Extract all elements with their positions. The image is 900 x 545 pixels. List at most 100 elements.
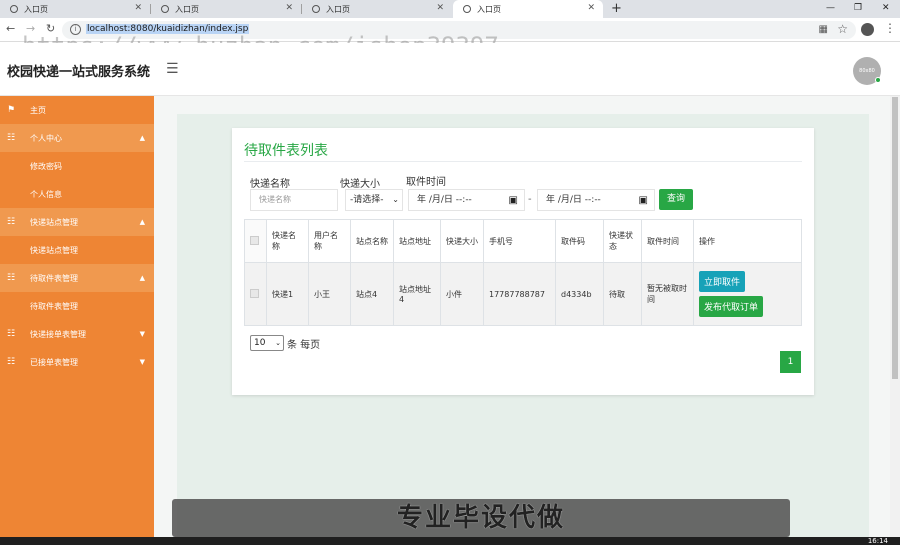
- qr-code-icon[interactable]: ▦: [819, 24, 828, 35]
- more-icon[interactable]: ⋮: [884, 21, 896, 35]
- calendar-icon[interactable]: ▣: [509, 191, 518, 211]
- forward-icon[interactable]: →: [26, 22, 35, 35]
- profile-icon[interactable]: [861, 23, 874, 36]
- sidebar-item-label: 待取件表管理: [30, 301, 78, 311]
- star-icon[interactable]: ☆: [837, 22, 848, 36]
- sidebar-item-accepted-management[interactable]: ☷ 已接单表管理 ▼: [0, 348, 154, 376]
- cell-size: 小件: [440, 262, 484, 326]
- column-header: 取件码: [555, 219, 604, 263]
- column-header: 快递大小: [440, 219, 484, 263]
- column-header: 快递状态: [603, 219, 642, 263]
- window-close-icon[interactable]: ✕: [882, 0, 890, 16]
- flag-icon: ⚑: [7, 105, 16, 115]
- grid-icon: ☷: [7, 217, 16, 227]
- banner-text: 专业毕设代做: [396, 503, 565, 533]
- query-button[interactable]: 查询: [659, 189, 693, 210]
- pickup-table: 快递名称 用户名称 站点名称 站点地址 快递大小 手机号 取件码 快递状态 取件…: [244, 219, 802, 326]
- name-filter-input[interactable]: 快递名称: [250, 189, 338, 211]
- browser-tab-bar: 入口页 ✕ 入口页 ✕ 入口页 ✕ 入口页 ✕ + — ❐ ✕: [0, 0, 900, 18]
- column-header: 手机号: [483, 219, 556, 263]
- sidebar-item-change-password[interactable]: 修改密码: [0, 152, 154, 180]
- sidebar: ⚑ 主页 ☷ 个人中心 ▲ 修改密码 个人信息 ☷ 快递站点管理 ▲ 快递站点管…: [0, 96, 154, 545]
- divider: [244, 161, 802, 162]
- sidebar-item-label: 个人信息: [30, 189, 62, 199]
- cell-code: d4334b: [555, 262, 604, 326]
- hamburger-icon[interactable]: ☰: [166, 61, 179, 77]
- taskbar-clock: 16:14: [867, 537, 888, 545]
- page-button-current[interactable]: 1: [780, 351, 801, 373]
- browser-tab[interactable]: 入口页 ✕: [302, 0, 452, 18]
- pickup-now-button[interactable]: 立即取件: [699, 271, 746, 292]
- chevron-down-icon: ▼: [139, 330, 145, 338]
- url-text[interactable]: localhost:8080/kuaidizhan/index.jsp: [86, 24, 250, 34]
- new-tab-button[interactable]: +: [611, 0, 622, 17]
- close-icon[interactable]: ✕: [587, 3, 595, 13]
- date-from-value: 年 /月/日 --:--: [417, 195, 472, 205]
- sidebar-item-label: 主页: [30, 105, 46, 115]
- sidebar-item-label: 修改密码: [30, 161, 62, 171]
- sidebar-item-personal-info[interactable]: 个人信息: [0, 180, 154, 208]
- url-input[interactable]: i localhost:8080/kuaidizhan/index.jsp ▦ …: [62, 21, 856, 39]
- chevron-down-icon: ⌄: [275, 339, 281, 347]
- date-to-input[interactable]: 年 /月/日 --:-- ▣: [537, 189, 655, 211]
- tab-title: 入口页: [477, 4, 501, 14]
- size-select-value: -请选择-: [350, 195, 384, 205]
- back-icon[interactable]: ←: [6, 22, 15, 35]
- grid-icon: ☷: [7, 329, 16, 339]
- row-checkbox[interactable]: [250, 288, 259, 298]
- tab-title: 入口页: [24, 4, 48, 14]
- close-icon[interactable]: ✕: [285, 3, 293, 13]
- overlay-banner: 专业毕设代做: [172, 499, 790, 537]
- minimize-icon[interactable]: —: [826, 0, 835, 16]
- browser-tab[interactable]: 入口页 ✕: [0, 0, 150, 18]
- sidebar-item-label: 快递站点管理: [30, 217, 78, 227]
- close-icon[interactable]: ✕: [134, 3, 142, 13]
- cell-user: 小王: [308, 262, 351, 326]
- sidebar-item-pickup-management[interactable]: ☷ 待取件表管理 ▲: [0, 264, 154, 292]
- sidebar-item-label: 已接单表管理: [30, 357, 78, 367]
- select-all-cell: [244, 219, 267, 263]
- table-row: 快递1 小王 站点4 站点地址4 小件 17787788787 d4334b 待…: [244, 262, 802, 326]
- sidebar-item-site-management[interactable]: ☷ 快递站点管理 ▲: [0, 208, 154, 236]
- restore-icon[interactable]: ❐: [854, 0, 862, 16]
- size-select[interactable]: -请选择- ⌄: [345, 189, 403, 211]
- globe-icon: [10, 5, 18, 13]
- browser-tab[interactable]: 入口页 ✕: [151, 0, 301, 18]
- cell-time: 暂无被取时间: [641, 262, 694, 326]
- select-all-checkbox[interactable]: [250, 235, 259, 245]
- online-status-dot: [875, 77, 881, 83]
- per-page-label: 条 每页: [287, 340, 321, 351]
- date-from-input[interactable]: 年 /月/日 --:-- ▣: [408, 189, 525, 211]
- globe-icon: [312, 5, 320, 13]
- date-separator: -: [528, 194, 532, 205]
- info-icon[interactable]: i: [70, 24, 81, 35]
- page-size-select[interactable]: 10 ⌄: [250, 335, 284, 351]
- reload-icon[interactable]: ↻: [46, 22, 55, 35]
- browser-tab-active[interactable]: 入口页 ✕: [453, 0, 603, 18]
- time-filter-label: 取件时间: [406, 177, 446, 188]
- cell-address: 站点地址4: [393, 262, 441, 326]
- column-header: 快递名称: [266, 219, 309, 263]
- sidebar-item-order-accept-management[interactable]: ☷ 快递接单表管理 ▼: [0, 320, 154, 348]
- cell-status: 待取: [603, 262, 642, 326]
- sidebar-item-site-management-sub[interactable]: 快递站点管理: [0, 236, 154, 264]
- name-filter-label: 快递名称: [250, 179, 290, 190]
- grid-icon: ☷: [7, 273, 16, 283]
- column-header: 站点名称: [350, 219, 394, 263]
- publish-proxy-order-button[interactable]: 发布代取订单: [699, 296, 764, 317]
- chevron-up-icon: ▲: [139, 218, 145, 226]
- row-select-cell: [244, 262, 267, 326]
- sidebar-item-home[interactable]: ⚑ 主页: [0, 96, 154, 124]
- size-filter-label: 快递大小: [340, 179, 380, 190]
- cell-name: 快递1: [266, 262, 309, 326]
- close-icon[interactable]: ✕: [436, 3, 444, 13]
- sidebar-item-label: 快递站点管理: [30, 245, 78, 255]
- sidebar-item-personal-center[interactable]: ☷ 个人中心 ▲: [0, 124, 154, 152]
- sidebar-item-label: 待取件表管理: [30, 273, 78, 283]
- tab-title: 入口页: [175, 4, 199, 14]
- chevron-up-icon: ▲: [139, 274, 145, 282]
- sidebar-item-pickup-management-sub[interactable]: 待取件表管理: [0, 292, 154, 320]
- scrollbar-thumb[interactable]: [892, 97, 898, 379]
- calendar-icon[interactable]: ▣: [639, 191, 648, 211]
- globe-icon: [463, 5, 471, 13]
